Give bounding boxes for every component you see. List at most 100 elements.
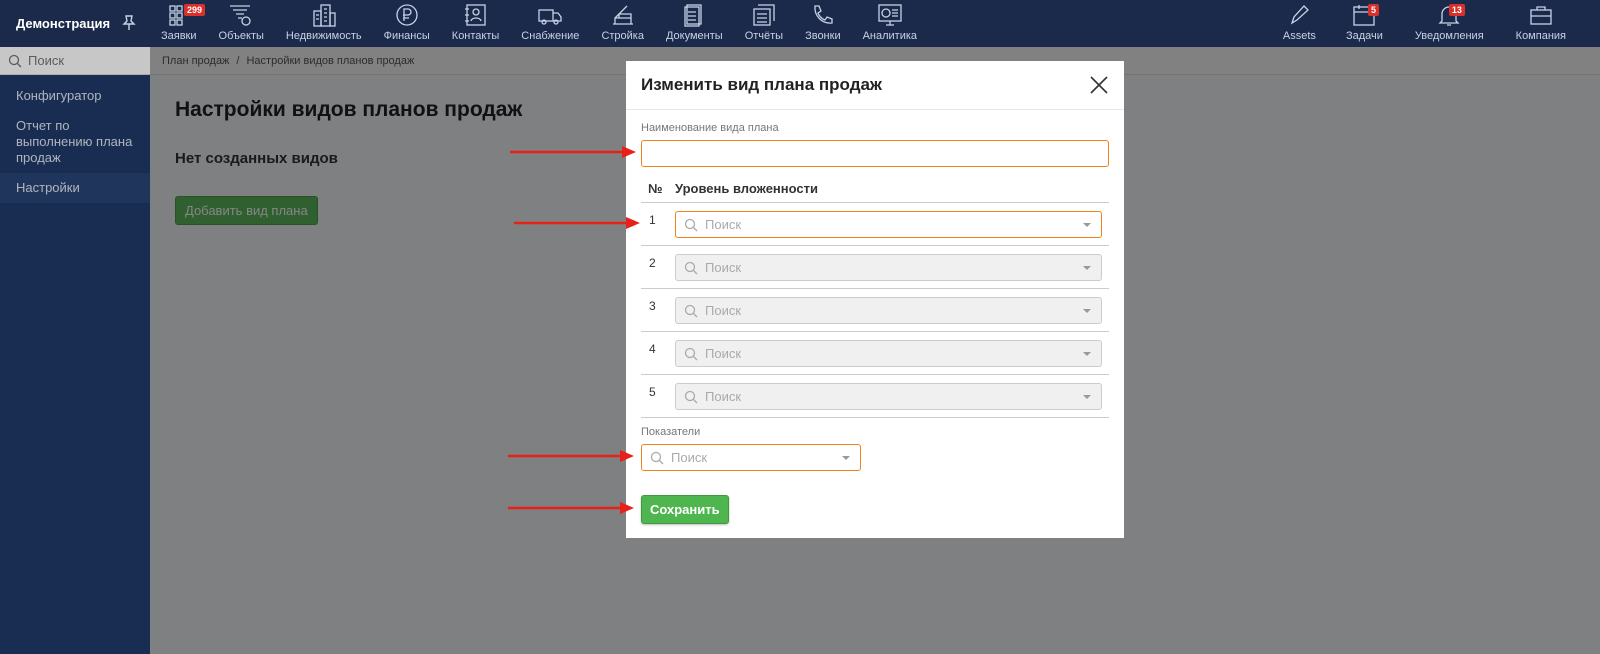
- notifications-badge: 13: [1448, 4, 1465, 16]
- nav-item-analytics[interactable]: Аналитика: [852, 0, 928, 47]
- modal-backdrop-side: [0, 47, 150, 654]
- row-number: 1: [649, 213, 656, 227]
- select-placeholder: Поиск: [671, 450, 708, 465]
- edit-plan-type-modal: Изменить вид плана продаж Наименование в…: [626, 61, 1124, 538]
- select-placeholder: Поиск: [705, 346, 742, 361]
- annotation-arrow-icon: [508, 450, 634, 462]
- divider: [641, 202, 1109, 203]
- search-icon: [684, 347, 698, 360]
- documents-icon: [684, 4, 702, 27]
- row-number: 3: [649, 299, 656, 313]
- nav-label: Недвижимость: [285, 30, 362, 42]
- nav-label: Звонки: [805, 30, 841, 42]
- chevron-down-icon: [1083, 395, 1091, 399]
- pencil-icon: [1291, 5, 1310, 25]
- select-placeholder: Поиск: [705, 303, 742, 318]
- annotation-arrow-icon: [510, 146, 636, 158]
- save-button[interactable]: Сохранить: [641, 495, 729, 524]
- search-icon: [684, 390, 698, 403]
- nav-item-notifications[interactable]: 13 Уведомления: [1399, 0, 1500, 47]
- chevron-down-icon: [842, 456, 850, 460]
- nav-label: Финансы: [383, 30, 430, 42]
- nav-label: Заявки: [161, 30, 197, 42]
- chevron-down-icon: [1083, 223, 1091, 227]
- divider: [641, 374, 1109, 375]
- level-select-5[interactable]: Поиск: [675, 383, 1102, 410]
- nav-label: Стройка: [601, 30, 644, 42]
- nav-item-reports[interactable]: Отчёты: [734, 0, 794, 47]
- name-label: Наименование вида плана: [641, 122, 779, 134]
- nav-label: Компания: [1515, 30, 1566, 42]
- select-placeholder: Поиск: [705, 217, 742, 232]
- main-nav: 299 Заявки Объекты Недвижимость Финансы …: [150, 0, 928, 47]
- nav-item-company[interactable]: Компания: [1500, 0, 1600, 47]
- row-number: 4: [649, 342, 656, 356]
- nav-item-objects[interactable]: Объекты: [208, 0, 275, 47]
- nav-label: Аналитика: [862, 30, 918, 42]
- buildings-icon: [313, 4, 336, 27]
- nav-item-realty[interactable]: Недвижимость: [275, 0, 373, 47]
- nav-right: Assets 5 Задачи 13 Уведомления Компания: [1269, 0, 1600, 47]
- close-icon[interactable]: [1089, 75, 1109, 95]
- row-number: 5: [649, 385, 656, 399]
- search-icon: [684, 304, 698, 317]
- requests-badge: 299: [184, 4, 206, 16]
- annotation-arrow-icon: [508, 502, 634, 514]
- ruble-icon: [396, 4, 418, 26]
- divider: [641, 331, 1109, 332]
- level-select-2[interactable]: Поиск: [675, 254, 1102, 281]
- truck-icon: [538, 9, 563, 25]
- column-level-header: Уровень вложенности: [675, 181, 818, 196]
- search-icon: [684, 261, 698, 274]
- brand-title: Демонстрация: [16, 16, 111, 31]
- search-icon: [650, 451, 664, 464]
- filter-icon: [230, 5, 251, 26]
- nav-item-construction[interactable]: Стройка: [590, 0, 655, 47]
- top-bar: Демонстрация 299 Заявки Объекты Недвижим…: [0, 0, 1600, 47]
- nav-label: Отчёты: [744, 30, 784, 42]
- nav-item-finance[interactable]: Финансы: [373, 0, 441, 47]
- chevron-down-icon: [1083, 352, 1091, 356]
- divider: [641, 417, 1109, 418]
- indicators-select[interactable]: Поиск: [641, 444, 861, 471]
- brand[interactable]: Демонстрация: [0, 0, 150, 47]
- modal-title: Изменить вид плана продаж: [626, 61, 1124, 110]
- nav-label: Задачи: [1345, 30, 1383, 42]
- nav-label: Снабжение: [521, 30, 580, 42]
- column-number-header: №: [648, 181, 663, 196]
- divider: [641, 288, 1109, 289]
- pin-icon[interactable]: [122, 15, 136, 31]
- chevron-down-icon: [1083, 266, 1091, 270]
- reports-icon: [753, 4, 775, 26]
- indicators-label: Показатели: [641, 426, 701, 438]
- nav-item-requests[interactable]: 299 Заявки: [150, 0, 208, 47]
- plan-name-input[interactable]: [641, 140, 1109, 167]
- level-select-1[interactable]: Поиск: [675, 211, 1102, 238]
- select-placeholder: Поиск: [705, 389, 742, 404]
- nav-label: Уведомления: [1414, 30, 1484, 42]
- nav-label: Объекты: [218, 30, 264, 42]
- analytics-icon: [878, 4, 902, 26]
- construction-icon: [612, 5, 633, 25]
- briefcase-icon: [1530, 6, 1552, 25]
- nav-item-contacts[interactable]: Контакты: [441, 0, 511, 47]
- select-placeholder: Поиск: [705, 260, 742, 275]
- phone-icon: [814, 5, 833, 24]
- divider: [641, 245, 1109, 246]
- nav-item-tasks[interactable]: 5 Задачи: [1330, 0, 1399, 47]
- level-select-3[interactable]: Поиск: [675, 297, 1102, 324]
- nav-item-calls[interactable]: Звонки: [794, 0, 852, 47]
- nav-item-assets[interactable]: Assets: [1269, 0, 1330, 47]
- annotation-arrow-icon: [514, 217, 640, 229]
- nav-item-documents[interactable]: Документы: [655, 0, 734, 47]
- tasks-badge: 5: [1367, 4, 1379, 16]
- nav-item-supply[interactable]: Снабжение: [510, 0, 590, 47]
- nav-label: Документы: [665, 30, 723, 42]
- search-icon: [684, 218, 698, 231]
- nav-label: Assets: [1282, 30, 1316, 42]
- nav-label: Контакты: [451, 30, 500, 42]
- level-select-4[interactable]: Поиск: [675, 340, 1102, 367]
- contacts-icon: [464, 4, 486, 26]
- chevron-down-icon: [1083, 309, 1091, 313]
- row-number: 2: [649, 256, 656, 270]
